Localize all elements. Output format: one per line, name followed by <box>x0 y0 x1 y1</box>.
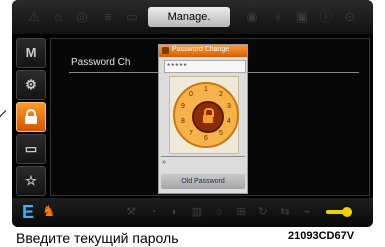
arrow-icon: » <box>162 159 166 166</box>
sidebar-item-gear[interactable]: ⚙ <box>16 70 46 100</box>
dial-key[interactable]: 9 <box>178 102 188 112</box>
dialog-separator <box>161 156 245 157</box>
dial-frame: 1 2 3 4 5 6 7 8 9 0 <box>169 76 239 154</box>
eco-mode-indicator: E <box>22 202 35 222</box>
dial-key[interactable]: 8 <box>178 117 188 127</box>
hydraulic-icon: ◎ <box>76 9 88 24</box>
battery-icon: ▭ <box>125 9 139 24</box>
password-change-dialog: Password Change ***** 1 2 3 4 5 6 7 8 9 … <box>158 44 248 194</box>
sidebar-item-security[interactable] <box>16 102 46 132</box>
dial-key[interactable]: 3 <box>224 102 234 112</box>
settings-icon: ⊙ <box>344 9 356 24</box>
operator-icon: ♞ <box>42 203 56 220</box>
callout-line <box>0 110 7 124</box>
key-icon <box>162 47 169 54</box>
figure-code: 21093CD67V <box>288 230 355 242</box>
dial-key[interactable]: 0 <box>186 90 196 100</box>
oil-icon: ≡ <box>104 9 112 24</box>
old-password-button[interactable]: Old Password <box>161 174 245 189</box>
dial-key[interactable]: 5 <box>216 129 226 139</box>
star-icon: ☆ <box>25 173 37 188</box>
sidebar-item-m[interactable]: M <box>16 38 46 68</box>
filter-icon: ♀ <box>273 9 283 24</box>
gauge-icon: ◔ <box>149 206 157 218</box>
status-bar: ⚠ ⌂ ◎ ≡ ▭ Manage. ◉ ♀ ▣ ⓘ ⊙ <box>12 0 373 34</box>
password-input[interactable]: ***** <box>164 60 246 73</box>
case-icon: ▭ <box>24 141 38 156</box>
page-title: Manage. <box>148 7 230 27</box>
number-dial[interactable]: 1 2 3 4 5 6 7 8 9 0 <box>173 82 239 148</box>
dialog-header: Password Change <box>159 45 247 57</box>
speed-icon: ↻ <box>258 206 268 218</box>
lock-icon <box>203 115 213 123</box>
engine-icon: ⌂ <box>54 9 62 24</box>
password-change-label: Password Ch <box>71 57 131 68</box>
sidebar: M ⚙ ▭ ☆ <box>16 38 46 196</box>
arm-icon: ⌁ <box>303 206 311 218</box>
sidebar-item-case[interactable]: ▭ <box>16 134 46 164</box>
dial-key[interactable]: 4 <box>224 117 234 127</box>
dial-center[interactable] <box>192 101 224 133</box>
warning-icon: ⚠ <box>28 9 40 24</box>
circle-icon: ◉ <box>246 9 258 24</box>
bottom-bar: E ♞ ⚒ ◔ ◐ ▥ ☼ ⊞ ↻ ⇆ ⌁ <box>12 198 373 227</box>
dial-key[interactable]: 1 <box>201 85 211 95</box>
lamp-icon: ☼ <box>213 206 225 218</box>
fuel-icon: ▥ <box>191 206 203 218</box>
alert-icon: ⓘ <box>319 9 333 24</box>
dial-key[interactable]: 6 <box>201 134 211 144</box>
display-screen: ⚠ ⌂ ◎ ≡ ▭ Manage. ◉ ♀ ▣ ⓘ ⊙ M ⚙ ▭ ☆ Pass… <box>12 0 373 227</box>
track-icon: ⊞ <box>236 206 246 218</box>
temp-icon: ▣ <box>295 9 309 24</box>
gear-icon: ⚙ <box>25 77 37 92</box>
dial-key[interactable]: 7 <box>186 129 196 139</box>
wrench-icon <box>322 205 358 219</box>
dial-key[interactable]: 2 <box>216 90 226 100</box>
bucket-icon: ◐ <box>171 206 179 218</box>
dialog-title: Password Change <box>172 46 230 53</box>
wrench-head <box>342 207 352 217</box>
tilt-icon: ⇆ <box>280 206 290 218</box>
caption: Введите текущий пароль <box>16 230 179 246</box>
lock-icon <box>25 109 37 124</box>
tool-icon: ⚒ <box>126 206 136 218</box>
sidebar-item-star[interactable]: ☆ <box>16 166 46 196</box>
